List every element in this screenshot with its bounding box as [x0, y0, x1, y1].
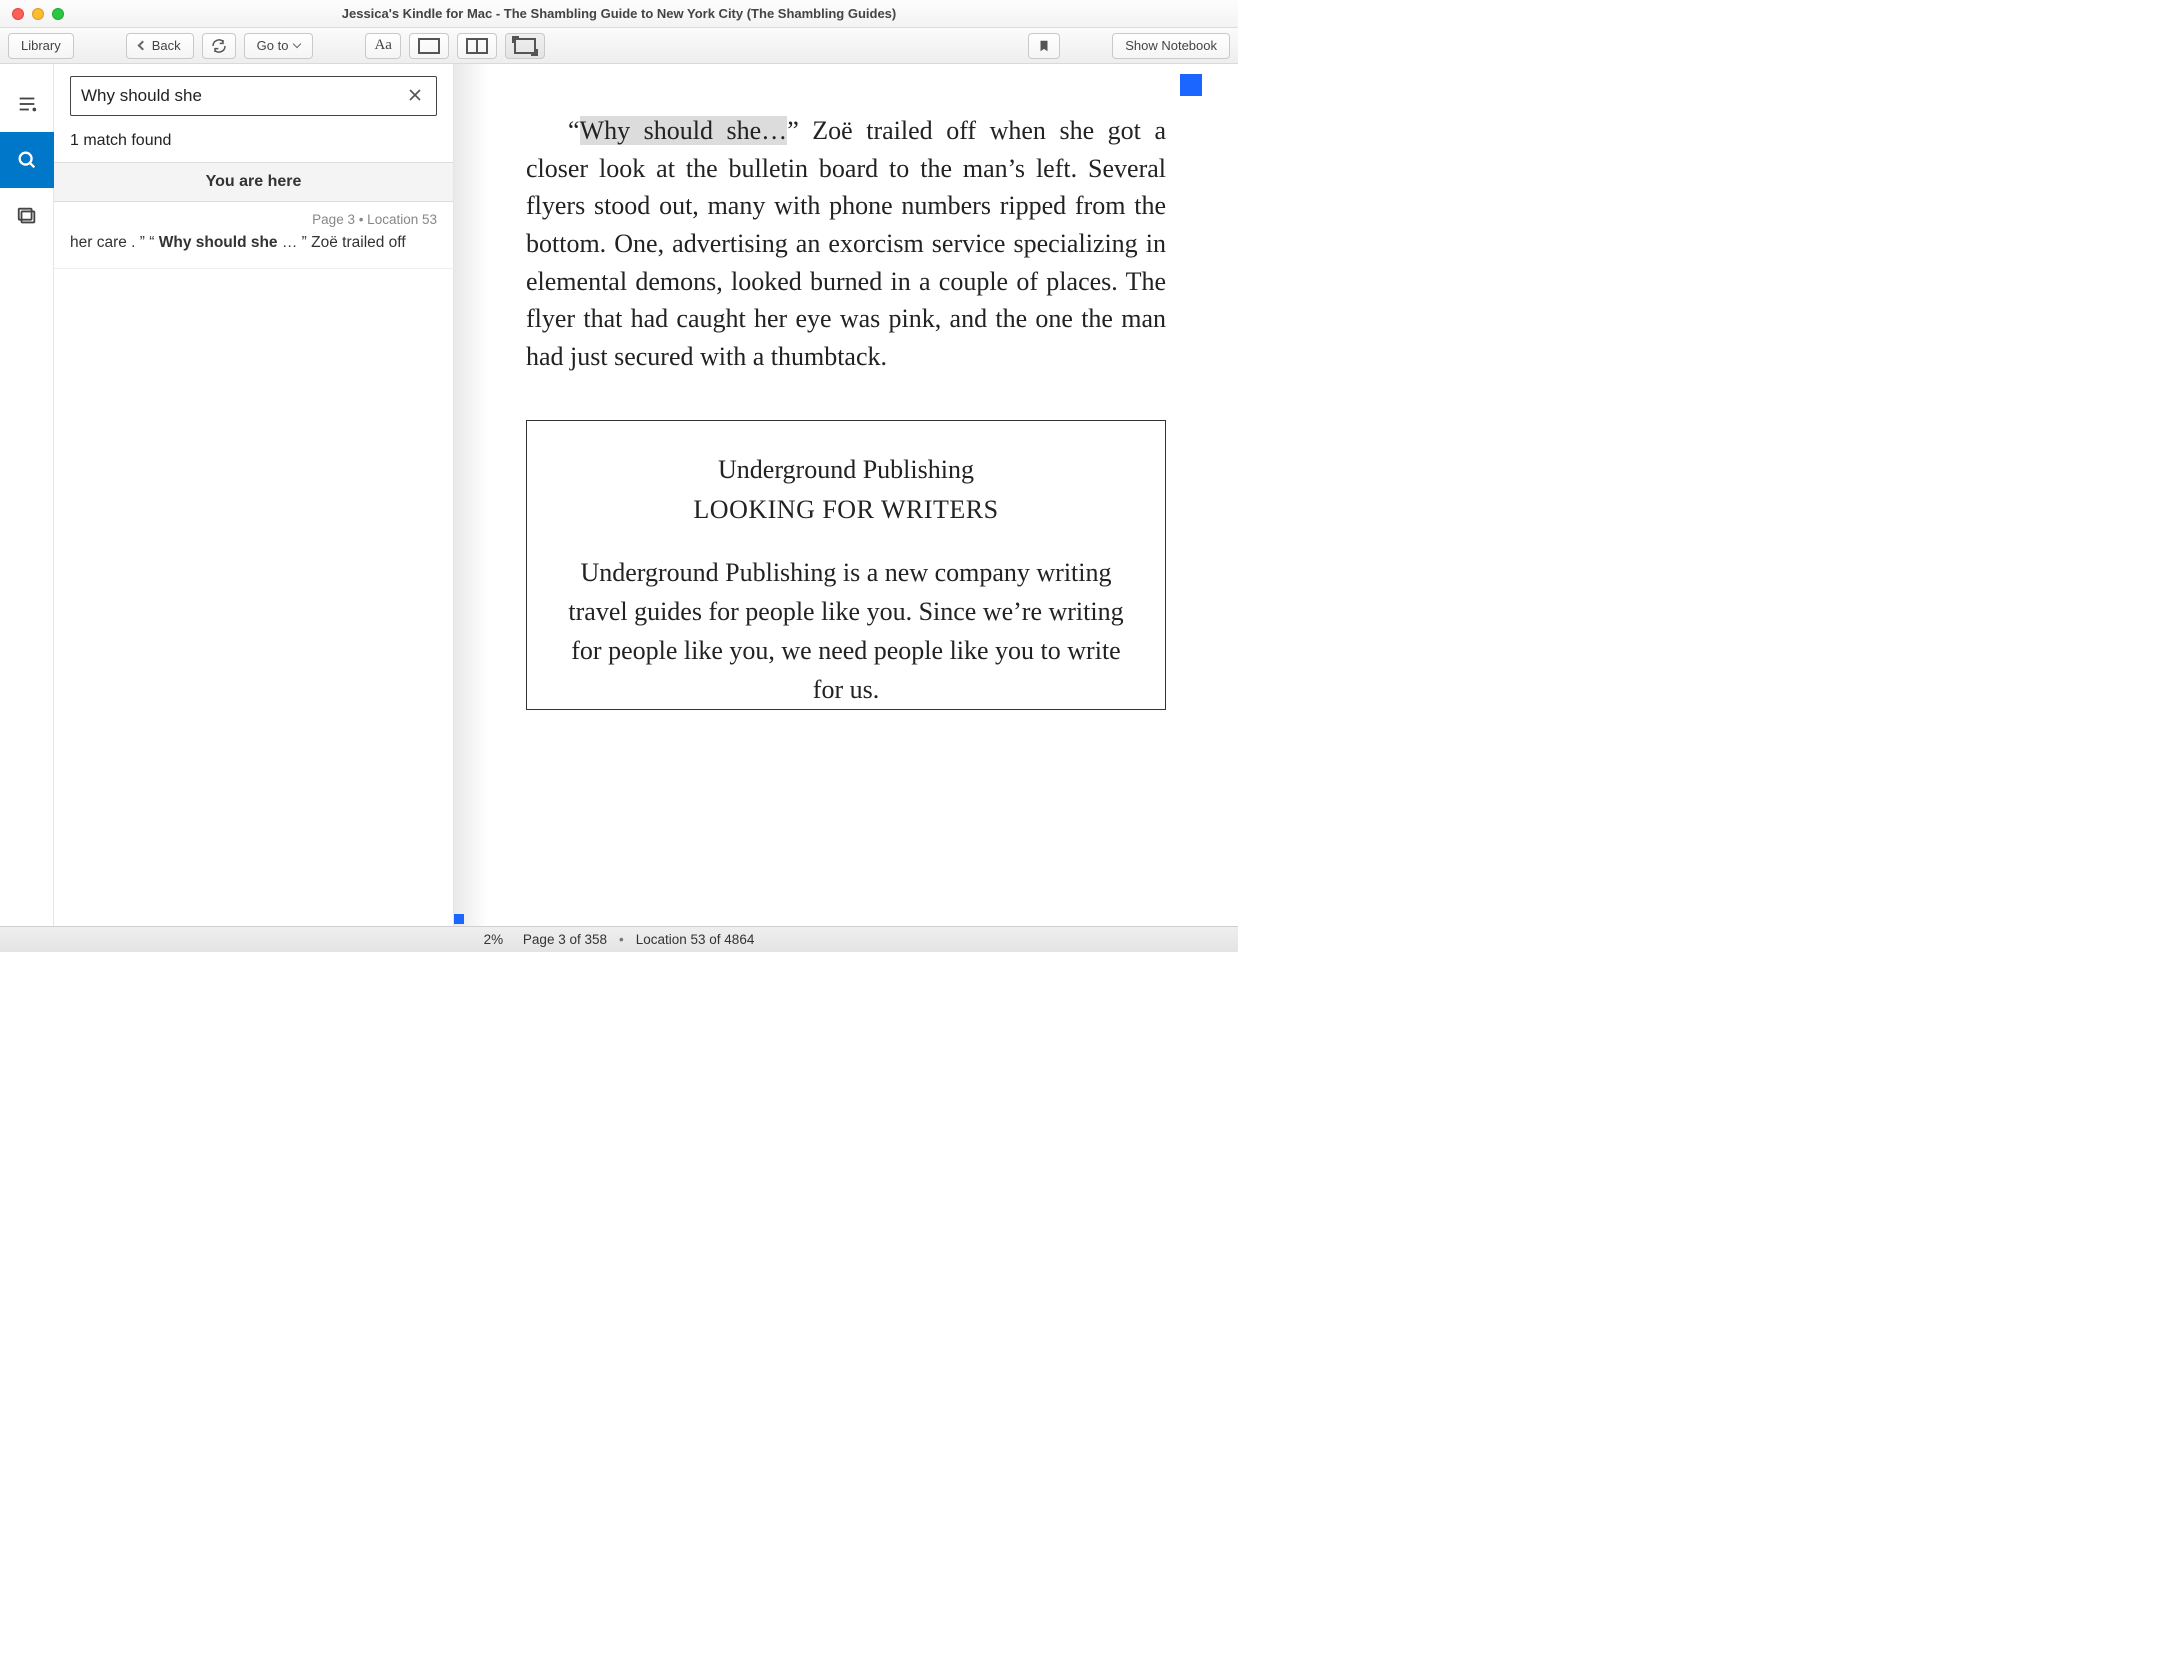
flyer-subheading: LOOKING FOR WRITERS: [555, 495, 1137, 525]
cards-icon: [16, 205, 38, 227]
search-icon: [16, 149, 38, 171]
search-tab[interactable]: [0, 132, 54, 188]
flyer-heading: Underground Publishing: [555, 455, 1137, 485]
status-page: Page 3 of 358: [523, 932, 607, 947]
titlebar: Jessica's Kindle for Mac - The Shambling…: [0, 0, 1238, 28]
single-column-button[interactable]: [409, 33, 449, 59]
bookmark-icon: [1037, 37, 1051, 55]
two-column-icon: [466, 38, 488, 54]
status-bar: 2% Page 3 of 358 Location 53 of 4864: [0, 926, 1238, 952]
fit-width-button[interactable]: [505, 33, 545, 59]
paragraph: “Why should she…” Zoë trailed off when s…: [526, 112, 1166, 376]
reader[interactable]: “Why should she…” Zoë trailed off when s…: [454, 64, 1238, 926]
back-label: Back: [152, 38, 181, 53]
flyer-box: Underground Publishing LOOKING FOR WRITE…: [526, 420, 1166, 710]
chevron-down-icon: [293, 39, 301, 47]
close-window-button[interactable]: [12, 8, 24, 20]
result-location: Page 3 • Location 53: [70, 212, 437, 227]
separator-dot: [615, 932, 628, 947]
search-panel: 1 match found You are here Page 3 • Loca…: [54, 64, 454, 926]
flashcards-tab[interactable]: [0, 188, 54, 244]
scroll-indicator: [454, 914, 464, 924]
bookmark-button[interactable]: [1028, 33, 1060, 59]
single-column-icon: [418, 38, 440, 54]
match-count: 1 match found: [54, 124, 453, 163]
search-box: [70, 76, 437, 116]
main-area: 1 match found You are here Page 3 • Loca…: [0, 64, 1238, 926]
side-rail: [0, 64, 54, 926]
zoom-window-button[interactable]: [52, 8, 64, 20]
result-snippet: her care . ” “ Why should she … ” Zoë tr…: [70, 233, 437, 254]
chevron-left-icon: [137, 41, 147, 51]
list-icon: [16, 93, 38, 115]
search-result[interactable]: Page 3 • Location 53 her care . ” “ Why …: [54, 202, 453, 269]
show-notebook-button[interactable]: Show Notebook: [1112, 33, 1230, 59]
window-controls: [12, 8, 64, 20]
page-marker: [1180, 74, 1202, 96]
window-title: Jessica's Kindle for Mac - The Shambling…: [0, 6, 1238, 21]
search-top: [54, 64, 453, 124]
flyer-body: Underground Publishing is a new company …: [555, 553, 1137, 709]
page-content: “Why should she…” Zoë trailed off when s…: [526, 64, 1166, 926]
sync-icon: [211, 38, 227, 54]
you-are-here-header: You are here: [54, 163, 453, 202]
clear-search-button[interactable]: [404, 82, 426, 111]
search-input[interactable]: [81, 86, 404, 106]
two-column-button[interactable]: [457, 33, 497, 59]
status-percent: 2%: [484, 932, 504, 947]
close-icon: [408, 88, 422, 102]
status-location: Location 53 of 4864: [636, 932, 755, 947]
toc-tab[interactable]: [0, 76, 54, 132]
minimize-window-button[interactable]: [32, 8, 44, 20]
goto-button[interactable]: Go to: [244, 33, 314, 59]
sync-button[interactable]: [202, 33, 236, 59]
goto-label: Go to: [257, 38, 289, 53]
fit-width-icon: [514, 38, 536, 54]
font-settings-button[interactable]: Aa: [365, 33, 401, 59]
library-button[interactable]: Library: [8, 33, 74, 59]
toolbar: Library Back Go to Aa Show Notebook: [0, 28, 1238, 64]
search-highlight: Why should she…: [580, 116, 788, 145]
back-button[interactable]: Back: [126, 33, 194, 59]
